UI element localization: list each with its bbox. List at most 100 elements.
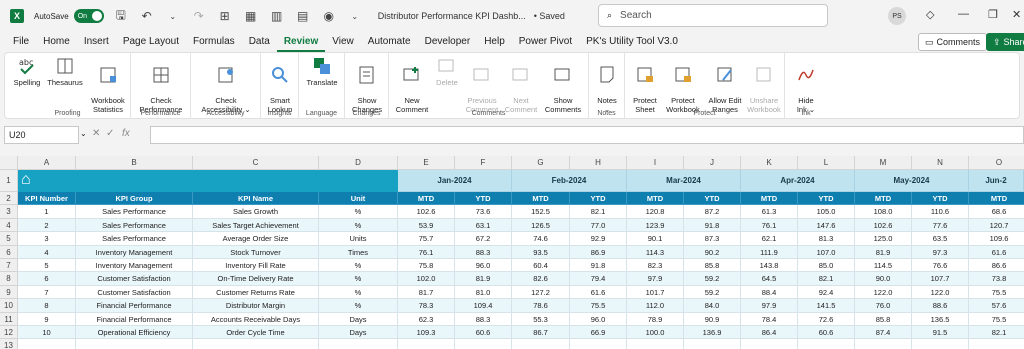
table-cell[interactable]: 120.7 <box>969 218 1024 233</box>
table-cell[interactable]: Sales Growth <box>193 205 319 219</box>
table-cell[interactable]: 78.9 <box>627 312 684 326</box>
protect-sheet-button[interactable]: Protect Sheet <box>629 56 661 114</box>
cancel-icon[interactable]: ✕ <box>92 128 100 139</box>
table-cell[interactable]: 120.8 <box>627 205 684 219</box>
table-cell[interactable]: 147.6 <box>798 218 855 233</box>
next-comment-button[interactable]: Next Comment <box>503 56 539 114</box>
table-cell[interactable]: 1 <box>18 205 76 219</box>
table-cell[interactable]: 81.7 <box>398 285 455 300</box>
check-performance-button[interactable]: Check Performance <box>137 56 185 114</box>
table-cell[interactable]: 78.4 <box>741 312 798 326</box>
table-cell[interactable]: 88.3 <box>455 312 512 326</box>
table-cell[interactable]: 2 <box>18 218 76 233</box>
hide-ink-button[interactable]: Hide Ink ⌄ <box>789 56 823 114</box>
table-cell[interactable]: 62.1 <box>741 232 798 246</box>
table-cell[interactable]: 122.0 <box>912 285 969 300</box>
tab-review[interactable]: Review <box>276 32 326 52</box>
row-header-2[interactable]: 2 <box>0 192 18 206</box>
empty-cell[interactable] <box>969 339 1024 349</box>
autosave-toggle[interactable]: On <box>73 9 104 23</box>
tab-developer[interactable]: Developer <box>418 32 478 52</box>
empty-cell[interactable] <box>627 339 684 349</box>
table-cell[interactable]: 59.2 <box>684 272 741 286</box>
redo-icon[interactable]: ↷ <box>190 9 208 23</box>
table-cell[interactable]: 86.9 <box>570 245 627 259</box>
row-header-11[interactable]: 11 <box>0 312 18 326</box>
notes-button[interactable]: Notes ⌄ <box>592 56 622 114</box>
table-cell[interactable]: Financial Performance <box>76 312 193 326</box>
table-cell[interactable]: 92.4 <box>798 285 855 300</box>
table-cell[interactable]: 97.3 <box>912 245 969 259</box>
table-cell[interactable]: 76.0 <box>855 299 912 313</box>
table-cell[interactable]: 53.9 <box>398 218 455 233</box>
table-cell[interactable]: Inventory Management <box>76 259 193 273</box>
column-header-h[interactable]: H <box>570 156 627 170</box>
tab-formulas[interactable]: Formulas <box>186 32 242 52</box>
table-cell[interactable]: 75.5 <box>969 312 1024 326</box>
smart-lookup-button[interactable]: Smart Lookup <box>264 56 296 114</box>
table-cell[interactable]: 109.3 <box>398 326 455 340</box>
table-cell[interactable]: 77.6 <box>912 218 969 233</box>
empty-cell[interactable] <box>512 339 570 349</box>
table-cell[interactable]: 78.3 <box>398 299 455 313</box>
table-cell[interactable]: 87.3 <box>684 232 741 246</box>
table-cell[interactable]: 60.4 <box>512 259 570 273</box>
tab-view[interactable]: View <box>325 32 361 52</box>
undo-icon[interactable]: ↶ <box>138 9 156 23</box>
empty-cell[interactable] <box>912 339 969 349</box>
allow-edit-ranges-button[interactable]: Allow Edit Ranges <box>705 56 745 114</box>
table-cell[interactable]: 96.0 <box>455 259 512 273</box>
table-cell[interactable]: 75.5 <box>969 285 1024 300</box>
table-cell[interactable]: 81.0 <box>455 285 512 300</box>
row-header-6[interactable]: 6 <box>0 245 18 259</box>
search-box[interactable]: ⌕ Search <box>598 4 828 27</box>
table-cell[interactable]: 122.0 <box>855 285 912 300</box>
table-cell[interactable]: Order Cycle Time <box>193 326 319 340</box>
table-cell[interactable]: 55.3 <box>512 312 570 326</box>
table-cell[interactable]: 82.3 <box>627 259 684 273</box>
show-comments-button[interactable]: Show Comments <box>541 56 585 114</box>
row-header-5[interactable]: 5 <box>0 232 18 246</box>
table-cell[interactable]: Customer Satisfaction <box>76 272 193 286</box>
empty-cell[interactable] <box>855 339 912 349</box>
column-header-o[interactable]: O <box>969 156 1024 170</box>
column-header-k[interactable]: K <box>741 156 798 170</box>
column-header-e[interactable]: E <box>398 156 455 170</box>
select-all-corner[interactable] <box>0 156 18 170</box>
table-cell[interactable]: 74.6 <box>512 232 570 246</box>
comments-button[interactable]: ▭ Comments <box>918 33 988 51</box>
grid-icon[interactable]: ▦ <box>242 9 260 23</box>
table-cell[interactable]: 9 <box>18 312 76 326</box>
enter-icon[interactable]: ✓ <box>106 128 114 139</box>
empty-cell[interactable] <box>18 339 76 349</box>
table-cell[interactable]: 100.0 <box>627 326 684 340</box>
table-cell[interactable]: 8 <box>18 299 76 313</box>
form-icon[interactable]: ▤ <box>294 9 312 23</box>
column-header-b[interactable]: B <box>76 156 193 170</box>
empty-cell[interactable] <box>455 339 512 349</box>
table-cell[interactable]: 92.9 <box>570 232 627 246</box>
table-cell[interactable]: 79.4 <box>570 272 627 286</box>
empty-cell[interactable] <box>570 339 627 349</box>
table-cell[interactable]: 110.6 <box>912 205 969 219</box>
table-cell[interactable]: 90.1 <box>627 232 684 246</box>
empty-cell[interactable] <box>798 339 855 349</box>
row-header-13[interactable]: 13 <box>0 339 18 349</box>
table-cell[interactable]: 6 <box>18 272 76 286</box>
new-comment-button[interactable]: New Comment <box>393 56 431 114</box>
table-cell[interactable]: 96.0 <box>570 312 627 326</box>
table-cell[interactable]: Sales Performance <box>76 205 193 219</box>
table-cell[interactable]: Accounts Receivable Days <box>193 312 319 326</box>
undo-dropdown-icon[interactable]: ⌄ <box>164 12 182 21</box>
table-cell[interactable]: 88.3 <box>455 245 512 259</box>
table-cell[interactable]: 68.6 <box>969 205 1024 219</box>
table-cell[interactable]: 91.8 <box>684 218 741 233</box>
home-icon[interactable]: ⌂ <box>21 171 31 189</box>
table-cell[interactable]: 87.2 <box>684 205 741 219</box>
empty-cell[interactable] <box>684 339 741 349</box>
row-header-8[interactable]: 8 <box>0 272 18 286</box>
unshare-workbook-button[interactable]: Unshare Workbook <box>745 56 783 114</box>
table-cell[interactable]: % <box>319 259 398 273</box>
spreadsheet-grid[interactable]: A B C D E F G H I J K L M N O 1 2 3 4 5 6 7 8 9 10 11 12 13 ⌂ Jan-202… <box>0 156 1024 349</box>
table-cell[interactable]: Inventory Management <box>76 245 193 259</box>
